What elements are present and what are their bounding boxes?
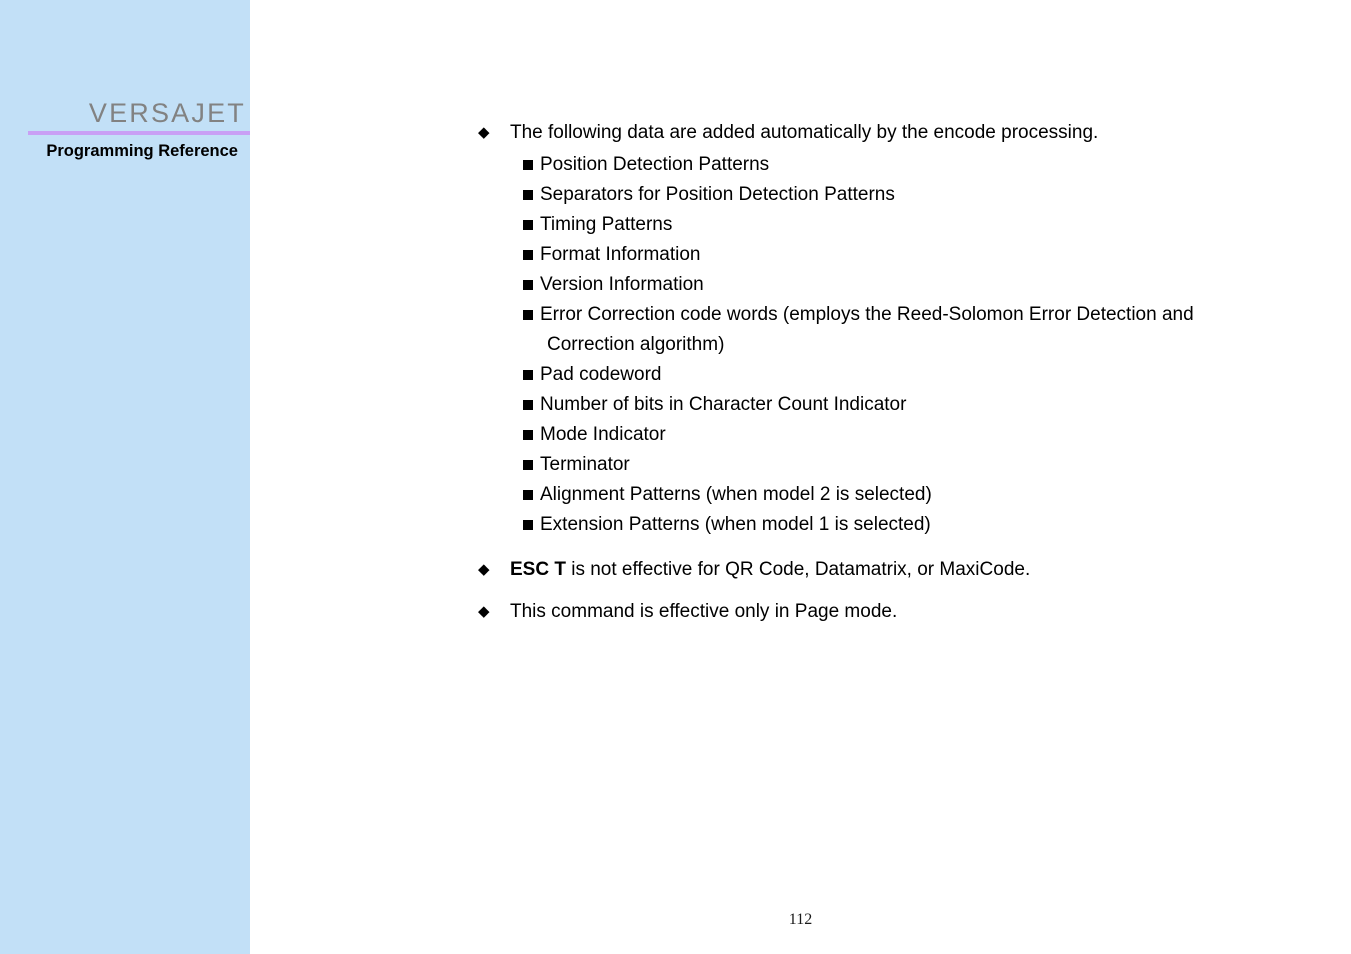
square-bullet-icon [523, 160, 533, 170]
list-item: Number of bits in Character Count Indica… [523, 390, 1223, 420]
document-content: ◆ The following data are added automatic… [250, 0, 1351, 954]
brand-subtitle: Programming Reference [46, 142, 238, 160]
sidebar: VERSAJET Programming Reference [0, 0, 250, 954]
list-item-label: Number of bits in Character Count Indica… [540, 394, 907, 415]
square-bullet-icon [523, 280, 533, 290]
brand-divider [28, 131, 250, 135]
note-row: ◆ The following data are added automatic… [478, 120, 1238, 146]
note-row: ◆ ESC T is not effective for QR Code, Da… [478, 557, 1238, 583]
list-item: Separators for Position Detection Patter… [523, 180, 1223, 210]
diamond-bullet-icon: ◆ [478, 124, 490, 141]
note-item: ◆ This command is effective only in Page… [478, 599, 1238, 625]
list-item-label: Mode Indicator [540, 424, 666, 445]
square-bullet-icon [523, 400, 533, 410]
list-item-label: Error Correction code words (employs the… [540, 304, 1194, 325]
note-text: The following data are added automatical… [510, 122, 1099, 143]
square-bullet-icon [523, 250, 533, 260]
list-item-label: Position Detection Patterns [540, 154, 770, 175]
list-item: Pad codeword [523, 360, 1223, 390]
sub-bullet-list: Position Detection Patterns Separators f… [523, 150, 1223, 540]
square-bullet-icon [523, 490, 533, 500]
note-text: This command is effective only in Page m… [510, 601, 898, 622]
note-item: ◆ ESC T is not effective for QR Code, Da… [478, 557, 1238, 583]
diamond-bullet-icon: ◆ [478, 561, 490, 578]
list-item: Alignment Patterns (when model 2 is sele… [523, 480, 1223, 510]
square-bullet-icon [523, 190, 533, 200]
list-item-label: Terminator [540, 454, 630, 475]
list-item-continuation: Correction algorithm) [547, 334, 725, 355]
diamond-bullet-icon: ◆ [478, 603, 490, 620]
brand-block: VERSAJET Programming Reference [0, 98, 250, 162]
list-item: Terminator [523, 450, 1223, 480]
note-text: ESC T is not effective for QR Code, Data… [510, 557, 1238, 583]
list-item-label: Alignment Patterns (when model 2 is sele… [540, 484, 932, 505]
note-row: ◆ This command is effective only in Page… [478, 599, 1238, 625]
list-item-label: Separators for Position Detection Patter… [540, 184, 895, 205]
list-item: Extension Patterns (when model 1 is sele… [523, 510, 1223, 540]
square-bullet-icon [523, 520, 533, 530]
list-item-label: Timing Patterns [540, 214, 673, 235]
list-item-label: Extension Patterns (when model 1 is sele… [540, 514, 931, 535]
command-name: ESC T [510, 559, 566, 580]
list-item-label: Version Information [540, 274, 704, 295]
page-number: 112 [788, 911, 813, 928]
list-item: Version Information [523, 270, 1223, 300]
list-item: Error Correction code words (employs the… [523, 300, 1223, 360]
list-item: Timing Patterns [523, 210, 1223, 240]
list-item-label: Pad codeword [540, 364, 662, 385]
square-bullet-icon [523, 370, 533, 380]
list-item-label: Format Information [540, 244, 701, 265]
square-bullet-icon [523, 310, 533, 320]
list-item: Mode Indicator [523, 420, 1223, 450]
square-bullet-icon [523, 460, 533, 470]
square-bullet-icon [523, 220, 533, 230]
square-bullet-icon [523, 430, 533, 440]
list-item: Position Detection Patterns [523, 150, 1223, 180]
list-item: Format Information [523, 240, 1223, 270]
note-item: ◆ The following data are added automatic… [478, 120, 1238, 146]
note-text-rest: is not effective for QR Code, Datamatrix… [565, 559, 1031, 580]
brand-title: VERSAJET [88, 98, 246, 128]
